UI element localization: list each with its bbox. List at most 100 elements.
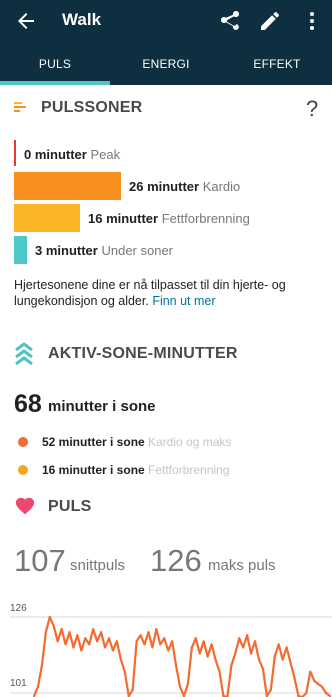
- app-bar: Walk: [0, 0, 332, 42]
- hr-line-segment: [242, 634, 249, 649]
- hr-line-segment: [321, 685, 328, 695]
- hr-line-segment: [182, 682, 190, 697]
- hr-line-segment: [119, 658, 126, 673]
- hr-line-segment: [309, 670, 316, 682]
- hr-line-segment: [289, 661, 296, 679]
- zone-value-peak: 0 minutter: [24, 147, 87, 162]
- hr-line-segment: [234, 637, 241, 655]
- hr-line-segment: [226, 664, 233, 697]
- hr-line-segment: [210, 643, 217, 661]
- hr-line-segment: [269, 655, 276, 692]
- hr-line-segment: [230, 652, 237, 667]
- hr-line-segment: [313, 679, 320, 685]
- hr-line-segment: [56, 628, 63, 643]
- hr-line-segment: [143, 631, 150, 646]
- zone-value-fettforbrenning: 16 minutter: [88, 211, 159, 226]
- hr-line-segment: [218, 670, 225, 697]
- hr-line-segment: [214, 658, 221, 673]
- hr-line-segment: [76, 634, 83, 652]
- hr-line-segment: [155, 628, 162, 646]
- hr-line-segment: [147, 631, 154, 649]
- hr-line-segment: [174, 664, 182, 689]
- zone-value-kardio: 26 minutter: [129, 179, 200, 194]
- zone-bar-under-soner: [14, 236, 27, 264]
- hr-line-segment: [60, 628, 67, 646]
- hr-line-segment: [72, 634, 79, 649]
- zone-value-under-soner: 3 minutter: [35, 243, 98, 258]
- hr-line-segment: [317, 682, 324, 689]
- hr-line-segment: [111, 640, 118, 652]
- hr-line-segment: [44, 615, 51, 634]
- hr-line-segment: [249, 640, 257, 655]
- zone-bar-fettforbrenning: [14, 204, 80, 232]
- hr-line-segment: [96, 631, 103, 643]
- hr-line-segment: [190, 637, 197, 649]
- active-zone-chevrons-icon: [14, 342, 34, 366]
- hr-line-segment: [178, 685, 186, 697]
- hr-line-segment: [115, 640, 122, 661]
- hr-line-segment: [324, 691, 332, 697]
- tab-effekt[interactable]: EFFEKT: [222, 42, 332, 85]
- max-hr-label: maks puls: [208, 557, 276, 574]
- hr-line-segment: [131, 640, 138, 692]
- tab-puls[interactable]: PULS: [0, 42, 110, 85]
- hr-line-segment: [139, 634, 146, 646]
- y-tick-126: 126: [10, 603, 27, 614]
- hr-line-segment: [88, 628, 95, 646]
- azm-kardio-label: Kardio og maks: [148, 435, 232, 449]
- hr-line-segment: [36, 664, 43, 689]
- hr-line-segment: [103, 637, 111, 649]
- zone-name-under-soner: Under soner: [101, 243, 174, 258]
- zone-name-peak: Peak: [90, 147, 121, 162]
- hr-line-segment: [32, 685, 40, 697]
- azm-total-label: minutter i sone: [48, 398, 156, 415]
- kardio-dot: [18, 437, 28, 447]
- heart-zones-icon: [14, 100, 28, 114]
- azm-fett-label: Fettforbrenning: [148, 463, 230, 477]
- hr-line-segment: [261, 667, 268, 697]
- learn-more-link[interactable]: Finn ut mer: [152, 294, 215, 308]
- share-icon[interactable]: [218, 9, 242, 33]
- hr-line-segment: [171, 640, 178, 667]
- avg-hr-value: 107: [14, 543, 66, 578]
- puls-title: PULS: [48, 498, 92, 515]
- zones-info-text: Hjertesonene dine er nå tilpasset til di…: [14, 277, 319, 309]
- hr-line-segment: [293, 676, 300, 697]
- avg-hr-label: snittpuls: [70, 557, 126, 574]
- hr-line-segment: [92, 628, 99, 643]
- hr-line-segment: [238, 637, 245, 649]
- hr-line-segment: [285, 646, 292, 664]
- fett-dot: [18, 465, 28, 475]
- zone-name-kardio: Kardio: [202, 179, 241, 194]
- hr-line-segment: [52, 625, 59, 643]
- tab-bar: PULS ENERGI EFFEKT: [0, 42, 332, 85]
- hr-line-segment: [163, 637, 170, 652]
- hr-line-segment: [123, 670, 130, 697]
- edit-pencil-icon[interactable]: [258, 9, 282, 33]
- hr-line-segment: [159, 637, 166, 646]
- hr-line-segment: [167, 640, 174, 652]
- hr-line-segment: [99, 631, 107, 649]
- hr-line-segment: [127, 688, 134, 697]
- page-title: Walk: [62, 10, 102, 29]
- hr-line-segment: [40, 631, 47, 667]
- hr-line-segment: [80, 637, 87, 652]
- hr-line-segment: [301, 691, 308, 697]
- hr-line-segment: [257, 658, 265, 670]
- help-icon[interactable]: ?: [306, 96, 318, 122]
- hr-line-segment: [107, 637, 115, 652]
- hr-line-segment: [186, 646, 193, 685]
- azm-total-value: 68: [14, 390, 42, 418]
- azm-kardio-value: 52 minutter i sone: [42, 435, 145, 449]
- back-arrow-icon[interactable]: [14, 9, 38, 33]
- aktiv-title: AKTIV-SONE-MINUTTER: [48, 345, 238, 362]
- hr-line-segment: [253, 640, 261, 661]
- hr-line-segment: [277, 643, 284, 661]
- hr-line-segment: [273, 643, 280, 658]
- hr-line-segment: [202, 640, 209, 658]
- more-vert-icon[interactable]: [300, 9, 324, 33]
- hr-line-segment: [198, 640, 205, 655]
- hr-line-segment: [135, 634, 142, 643]
- zone-name-fettforbrenning: Fettforbrenning: [161, 211, 250, 226]
- tab-energi[interactable]: ENERGI: [111, 42, 221, 85]
